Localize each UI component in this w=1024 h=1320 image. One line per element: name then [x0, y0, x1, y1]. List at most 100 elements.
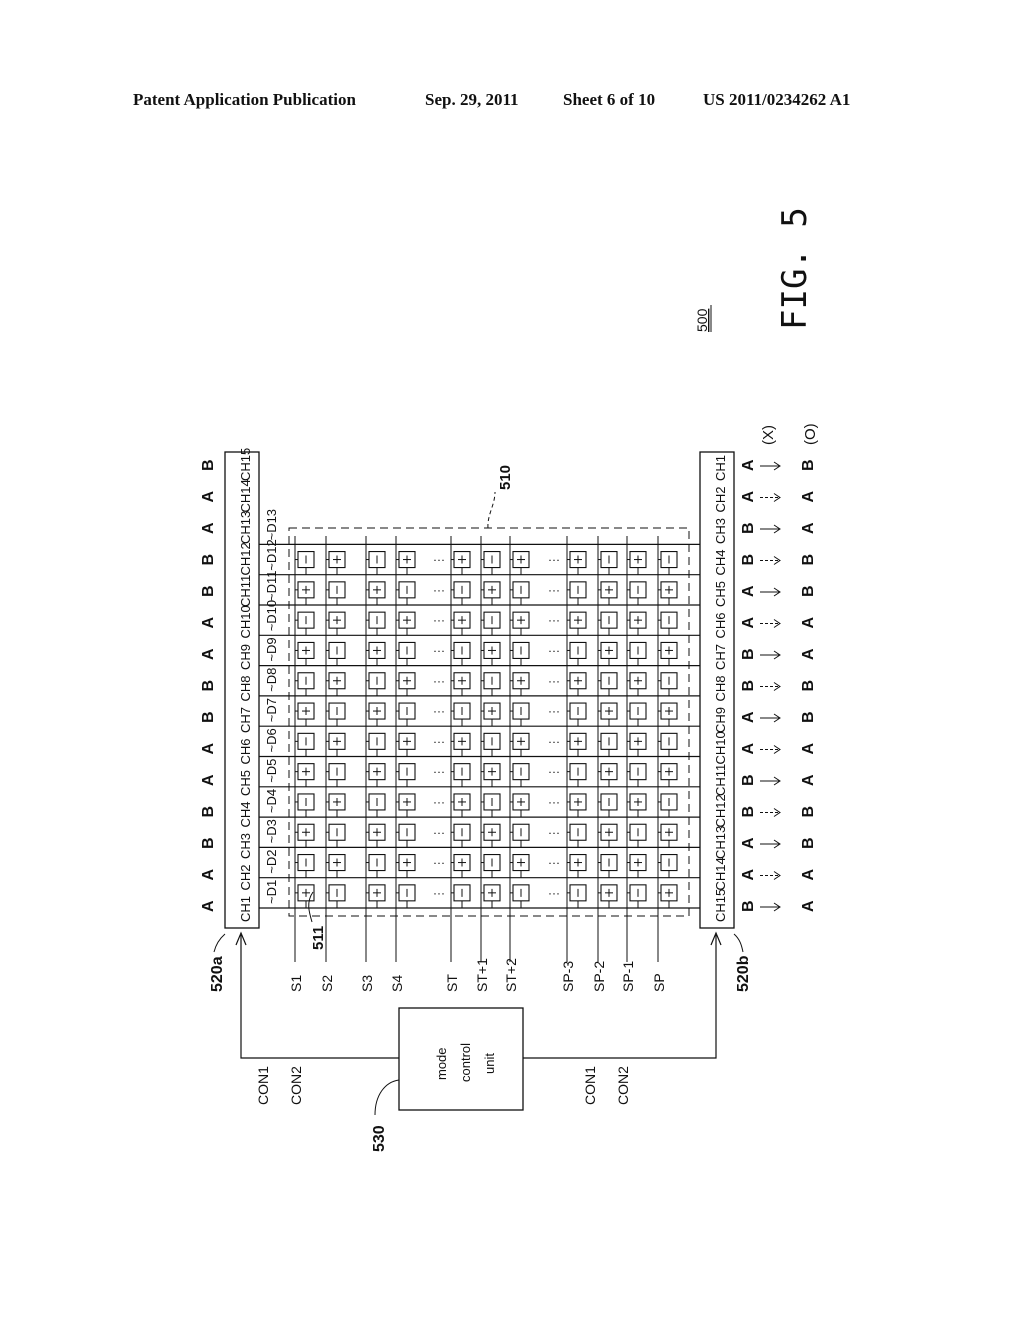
top-channel-10: CH10 — [238, 605, 253, 638]
top-mode-9: A — [200, 648, 217, 660]
figure-5-diagram: FIG. 5 500 510 ··· ······ ······ ······ ····… — [200, 207, 819, 1152]
data-line-label-1: ~D1 — [264, 880, 279, 904]
transition-to-14: A — [800, 491, 817, 503]
transition-from-12: B — [740, 554, 757, 566]
panel-ref-510: 510 — [497, 465, 514, 490]
transition-to-3: B — [800, 837, 817, 849]
top-mode-6: A — [200, 743, 217, 755]
con1-bottom: CON1 — [582, 1066, 598, 1105]
scan-line-label-5: ST+1 — [474, 958, 490, 992]
transition-to-13: A — [800, 522, 817, 534]
ellipsis: ··· — [433, 795, 445, 809]
scan-line-label-7: SP-3 — [560, 961, 576, 992]
transition-to-6: A — [800, 743, 817, 755]
ellipsis: ··· — [548, 886, 560, 900]
bottom-channel-1: CH15 — [713, 889, 728, 922]
transition-to-8: B — [800, 680, 817, 692]
pixel-matrix: ··· ··· ··· ··· ··· ··· ··· ··· ··· ··· ··· ··· ··· ·… — [259, 536, 700, 962]
con2-top: CON2 — [288, 1066, 304, 1105]
transition-from-1: B — [740, 900, 757, 912]
ellipsis: ··· — [548, 825, 560, 839]
con-line-to-520a — [240, 935, 399, 1059]
top-mode-14: A — [200, 491, 217, 503]
ellipsis: ··· — [433, 613, 445, 627]
data-line-label-9: ~D9 — [264, 637, 279, 661]
panel-510-leader — [487, 491, 496, 529]
scan-line-label-6: ST+2 — [503, 958, 519, 992]
ellipsis: ··· — [548, 795, 560, 809]
bottom-channel-8: CH8 — [713, 675, 728, 701]
top-mode-2: A — [200, 869, 217, 881]
top-channel-13: CH13 — [238, 511, 253, 544]
transition-from-2: A — [740, 869, 757, 881]
top-mode-13: A — [200, 522, 217, 534]
transition-to-9: A — [800, 648, 817, 660]
top-mode-11: B — [200, 585, 217, 597]
ellipsis: ··· — [433, 886, 445, 900]
labels-layer: S1 S2 S3 S4 ST ST+1 ST+2 SP-3 SP-2 SP-1 SP ~D1 ~D2 ~D… — [200, 448, 817, 992]
data-line-label-2: ~D2 — [264, 849, 279, 873]
bottom-channel-5: CH11 — [713, 764, 728, 796]
control-530-leader — [374, 1079, 400, 1116]
top-mode-15: B — [200, 459, 217, 471]
transition-from-8: B — [740, 680, 757, 692]
transition-from-13: B — [740, 522, 757, 534]
ellipsis: ··· — [548, 613, 560, 627]
con1-top: CON1 — [255, 1066, 271, 1105]
ellipsis: ··· — [548, 674, 560, 688]
data-line-label-12: ~D12 — [264, 539, 279, 570]
bottom-channel-4: CH12 — [713, 794, 728, 827]
top-channel-6: CH6 — [238, 738, 253, 764]
scan-line-label-2: S3 — [359, 975, 375, 992]
data-line-label-8: ~D8 — [264, 668, 279, 692]
ellipsis: ··· — [433, 583, 445, 597]
transition-from-5: B — [740, 774, 757, 786]
ellipsis: ··· — [548, 553, 560, 567]
transition-to-15: B — [800, 459, 817, 471]
figure-ref-number: 500 — [694, 308, 710, 332]
data-line-label-4: ~D4 — [264, 789, 279, 813]
scan-line-label-3: S4 — [389, 975, 405, 992]
transition-to-11: B — [800, 585, 817, 597]
top-channel-7: CH7 — [238, 707, 253, 733]
top-channel-12: CH12 — [238, 542, 253, 575]
transition-from-6: A — [740, 743, 757, 755]
bottom-channel-9: CH7 — [713, 644, 728, 670]
bottom-channel-15: CH1 — [713, 455, 728, 481]
driver-ref-520a: 520a — [209, 956, 226, 992]
transition-from-10: A — [740, 617, 757, 629]
ellipsis: ··· — [433, 553, 445, 567]
transition-to-2: A — [800, 869, 817, 881]
bottom-channel-11: CH5 — [713, 581, 728, 607]
transition-to-10: A — [800, 617, 817, 629]
top-channel-5: CH5 — [238, 770, 253, 796]
transition-from-11: A — [740, 585, 757, 597]
data-line-label-10: ~D10 — [264, 600, 279, 631]
top-mode-5: A — [200, 774, 217, 786]
ellipsis: ··· — [548, 734, 560, 748]
top-channel-9: CH9 — [238, 644, 253, 670]
ellipsis: ··· — [548, 765, 560, 779]
top-channel-2: CH2 — [238, 864, 253, 890]
data-line-label-11: ~D11 — [264, 571, 279, 601]
transition-from-14: A — [740, 491, 757, 503]
ellipsis: ··· — [433, 856, 445, 870]
bottom-channel-3: CH13 — [713, 826, 728, 859]
data-line-label-3: ~D3 — [264, 819, 279, 843]
con-line-to-520b — [523, 935, 717, 1059]
bottom-channel-14: CH2 — [713, 486, 728, 512]
top-channel-1: CH1 — [238, 896, 253, 922]
bottom-channel-12: CH4 — [713, 549, 728, 575]
transition-from-15: A — [740, 459, 757, 471]
ellipsis: ··· — [433, 704, 445, 718]
bottom-channel-6: CH10 — [713, 731, 728, 764]
driver-520b-leader — [733, 933, 744, 953]
top-channel-14: CH14 — [238, 479, 253, 512]
figure-label: FIG. 5 — [775, 207, 815, 330]
top-channel-11: CH11 — [238, 575, 253, 607]
bottom-channel-7: CH9 — [713, 707, 728, 733]
ellipsis: ··· — [548, 583, 560, 597]
control-ref-530: 530 — [371, 1125, 388, 1152]
bottom-channel-2: CH14 — [713, 857, 728, 890]
top-mode-3: B — [200, 837, 217, 849]
